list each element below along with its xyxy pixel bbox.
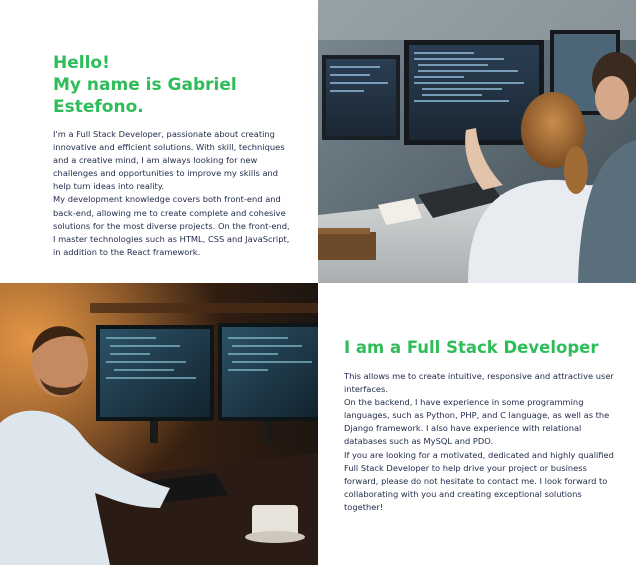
developer-working-photo [0,283,318,565]
intro-paragraph: My development knowledge covers both fro… [53,194,290,257]
skills-heading: I am a Full Stack Developer [344,338,599,357]
skills-paragraph: This allows me to create intuitive, resp… [344,371,614,395]
about-section: Hello! My name is Gabriel Estefono. I'm … [0,0,636,565]
skills-paragraph: On the backend, I have experience in som… [344,397,610,447]
team-coding-photo [318,0,636,283]
skills-block: I am a Full Stack Developer This allows … [318,283,636,565]
intro-paragraph: I'm a Full Stack Developer, passionate a… [53,129,285,192]
name-line: My name is Gabriel Estefono. [53,75,237,117]
intro-block: Hello! My name is Gabriel Estefono. I'm … [0,0,318,283]
skills-paragraph: If you are looking for a motivated, dedi… [344,449,614,512]
skills-text: This allows me to create intuitive, resp… [344,370,614,514]
intro-heading: Hello! My name is Gabriel Estefono. [53,52,292,118]
intro-text: I'm a Full Stack Developer, passionate a… [53,128,292,259]
greeting: Hello! [53,53,110,73]
